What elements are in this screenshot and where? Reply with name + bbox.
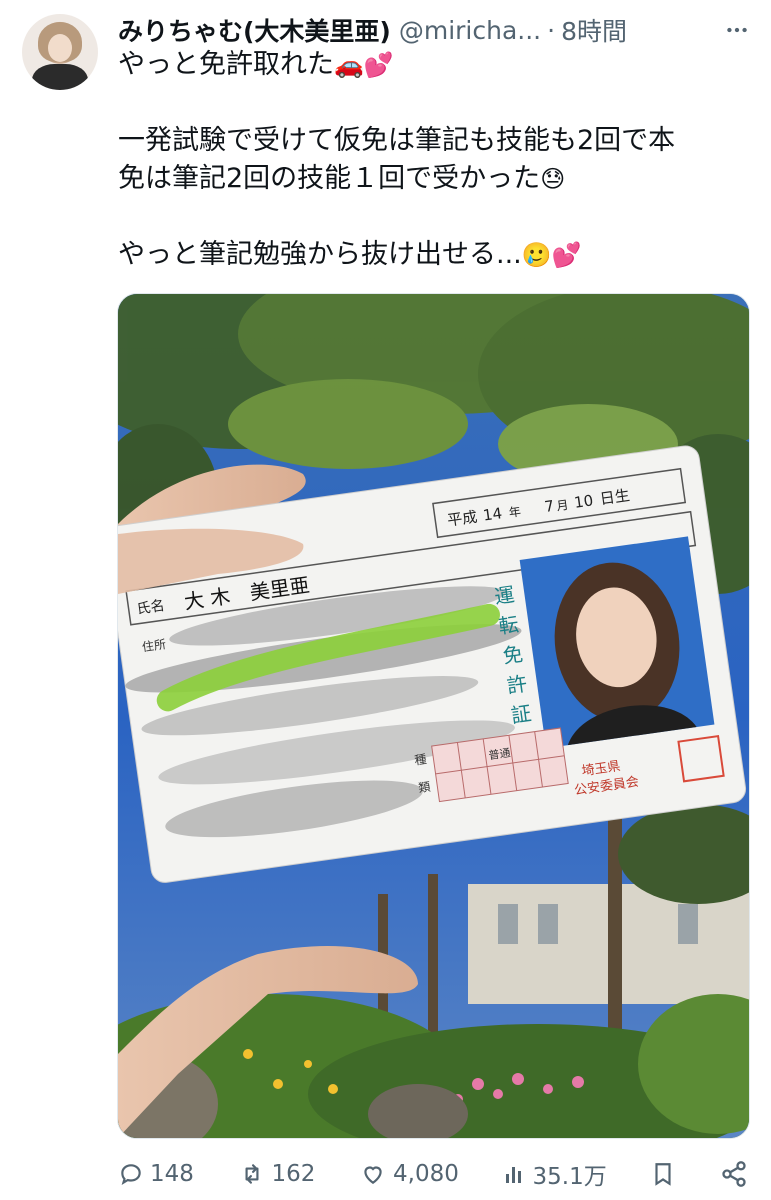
svg-text:運: 運: [493, 582, 516, 609]
tweet-line: 免は筆記2回の技能１回で受かった😓: [118, 163, 566, 194]
more-icon[interactable]: [719, 12, 755, 48]
emoji: 😓: [540, 165, 566, 193]
emoji: 🥲💕: [521, 241, 582, 269]
like-count: 4,080: [393, 1161, 459, 1187]
avatar[interactable]: [22, 14, 98, 90]
emoji: 🚗💕: [334, 51, 394, 79]
reply-button[interactable]: 148: [118, 1161, 194, 1187]
repost-button[interactable]: 162: [238, 1161, 316, 1187]
tweet-line: やっと筆記勉強から抜け出せる...🥲💕: [118, 239, 582, 270]
share-icon: [722, 1161, 746, 1187]
bookmark-icon: [655, 1163, 671, 1186]
timestamp[interactable]: 8時間: [561, 12, 627, 48]
like-button[interactable]: 4,080: [359, 1161, 459, 1187]
avatar-face: [48, 34, 72, 62]
separator-dot: ·: [547, 15, 556, 45]
tweet-text: やっと免許取れた🚗💕 一発試験で受けて仮免は筆記も技能も2回で本 免は筆記2回の…: [118, 46, 748, 274]
svg-text:類: 類: [417, 780, 431, 796]
share-button[interactable]: [720, 1160, 748, 1188]
tweet-line: やっと免許取れた🚗💕: [118, 49, 394, 80]
display-name[interactable]: みりちゃむ(大木美里亜): [118, 12, 391, 48]
user-handle[interactable]: @miricha...: [399, 16, 541, 45]
action-bar: 148 162 4,080 35.1万: [118, 1152, 748, 1196]
birth-year: 14: [482, 504, 503, 524]
svg-text:転: 転: [497, 612, 520, 639]
avatar-body: [32, 64, 88, 90]
tweet-line: 一発試験で受けて仮免は筆記も技能も2回で本: [118, 125, 676, 156]
views-count: 35.1万: [532, 1164, 607, 1190]
svg-text:月: 月: [556, 498, 570, 514]
views-icon: [505, 1167, 521, 1183]
svg-text:許: 許: [505, 671, 528, 698]
reply-count: 148: [150, 1161, 194, 1187]
tweet-photo[interactable]: 平成 14 年 7 月 10 日生 氏名 大 木 美里亜 住所 運 転 免 許 …: [117, 293, 750, 1139]
like-icon: [364, 1166, 382, 1184]
svg-text:免: 免: [501, 642, 524, 669]
views-button[interactable]: 35.1万: [503, 1157, 607, 1191]
repost-count: 162: [271, 1161, 316, 1187]
svg-text:種: 種: [414, 752, 428, 768]
reply-icon: [121, 1164, 141, 1186]
repost-icon: [245, 1164, 259, 1184]
svg-text:年: 年: [508, 504, 522, 520]
svg-text:証: 証: [510, 701, 533, 728]
bookmark-button[interactable]: [650, 1160, 676, 1188]
photo-scene: 平成 14 年 7 月 10 日生 氏名 大 木 美里亜 住所 運 転 免 許 …: [118, 294, 749, 1138]
birth-day: 10: [573, 491, 594, 511]
tweet-header: みりちゃむ(大木美里亜) @miricha... · 8時間: [118, 10, 755, 50]
